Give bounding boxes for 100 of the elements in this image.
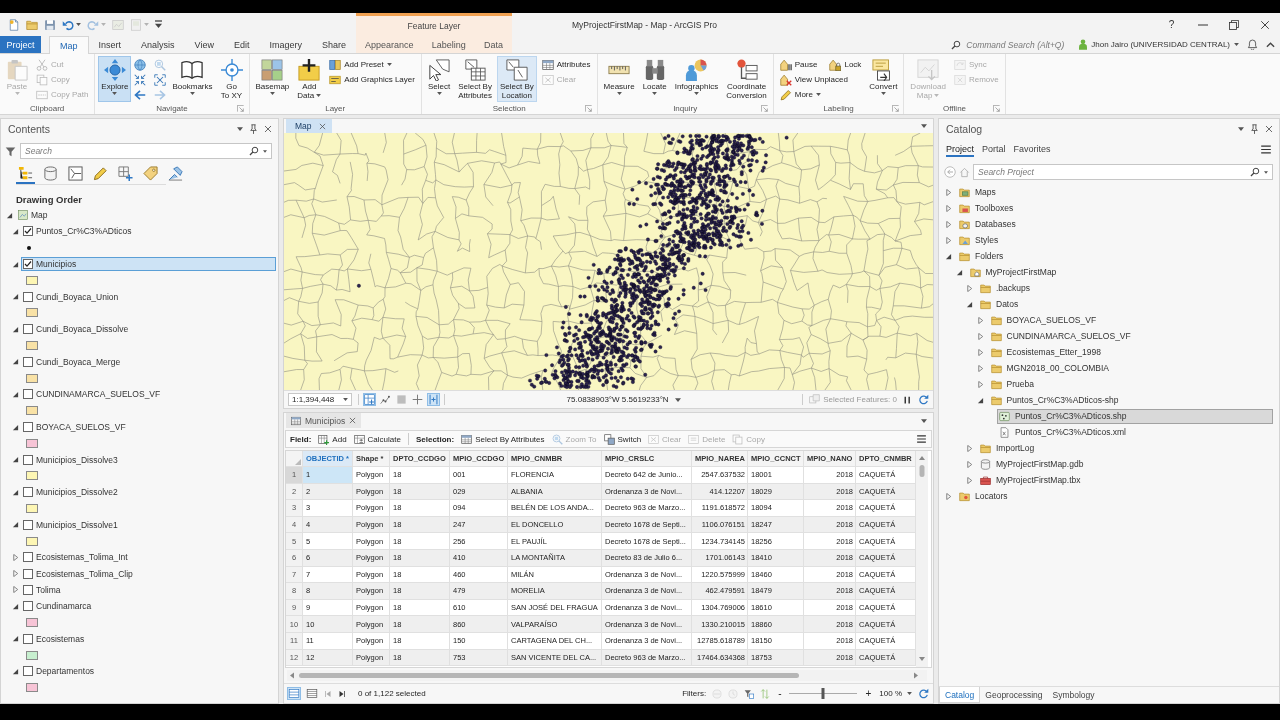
search-field[interactable]: Search Project — [978, 165, 1246, 179]
checkbox[interactable] — [23, 259, 33, 270]
color-swatch-icon[interactable] — [26, 406, 38, 416]
plus-icon[interactable] — [412, 394, 423, 405]
layer-name[interactable]: Ecosistemas_Tolima_Int — [36, 552, 128, 563]
catalog-item-name[interactable]: Databases — [975, 219, 1016, 229]
ribbon-tab[interactable]: Insert — [88, 36, 132, 53]
ribbon-button[interactable]: Select — [424, 56, 454, 102]
checkbox[interactable] — [23, 454, 33, 465]
back-arrow-icon[interactable] — [134, 88, 147, 101]
ribbon-button[interactable]: Bookmarks — [169, 56, 216, 102]
zoom-combobox[interactable]: 100 % — [879, 689, 912, 698]
ribbon-button[interactable]: Add Preset — [326, 57, 395, 72]
ribbon-tab[interactable]: Project — [0, 36, 42, 53]
layer-name[interactable]: Cundi_Boyaca_Merge — [36, 356, 121, 367]
checkbox[interactable] — [23, 666, 33, 677]
catalog-item-name[interactable]: Locators — [975, 491, 1008, 501]
checkbox[interactable] — [23, 422, 33, 432]
table-tab[interactable]: Municipios — [286, 413, 362, 428]
ribbon-button[interactable]: Infographics — [671, 56, 722, 102]
catalog-item-name[interactable]: MyProjectFirstMap.tbx — [996, 475, 1081, 485]
bell-icon[interactable] — [1247, 39, 1258, 50]
toolbar-button[interactable]: Switch — [603, 433, 642, 445]
chevron-up-icon[interactable] — [1266, 41, 1275, 48]
ribbon-tab[interactable]: Appearance — [362, 36, 417, 53]
color-swatch-icon[interactable] — [26, 275, 38, 285]
triangle-icon[interactable] — [966, 300, 973, 308]
ribbon-tab[interactable]: Map — [49, 36, 89, 54]
filter-table-icon[interactable] — [744, 688, 755, 699]
dock-tab[interactable]: Symbology — [1047, 687, 1100, 703]
ribbon-button[interactable]: Add Graphics Layer — [326, 72, 418, 87]
last-record-icon[interactable] — [338, 689, 346, 698]
menu-icon[interactable] — [916, 434, 927, 444]
layer-name[interactable]: Puntos_Cr%C3%ADticos — [36, 226, 132, 237]
grid-icon[interactable] — [364, 394, 375, 405]
catalog-item-name[interactable]: Puntos_Cr%C3%ADticos.xml — [1015, 427, 1126, 437]
checkbox[interactable] — [23, 291, 33, 302]
ribbon-tab[interactable]: Share — [311, 36, 356, 53]
dock-tab[interactable]: Geoprocessing — [980, 687, 1048, 703]
node-graph-icon[interactable] — [380, 394, 391, 405]
dialog-launcher-icon[interactable] — [891, 104, 899, 112]
catalog-item-name[interactable]: MyProjectFirstMap.gdb — [996, 459, 1084, 469]
catalog-item-name[interactable]: Maps — [975, 187, 996, 197]
triangle-icon[interactable] — [12, 635, 19, 643]
map-name[interactable]: Map — [31, 210, 48, 221]
checkbox[interactable] — [23, 568, 33, 579]
minimize-icon[interactable] — [1197, 23, 1208, 26]
search-icon[interactable] — [249, 146, 259, 156]
triangle-icon[interactable] — [12, 358, 19, 366]
catalog-item-name[interactable]: Datos — [996, 299, 1019, 309]
catalog-item-name[interactable]: Puntos_Cr%C3%ADticos-shp — [1006, 395, 1119, 405]
user-menu[interactable]: Jhon Jairo (UNIVERSIDAD CENTRAL) — [1079, 36, 1239, 53]
ribbon-button[interactable]: Add Data — [294, 56, 325, 102]
catalog-item[interactable]: Puntos_Cr%C3%ADticos.shp — [997, 408, 1273, 424]
help-button[interactable]: ? — [1156, 13, 1187, 36]
layer-name[interactable]: Municipios_Dissolve3 — [36, 454, 118, 465]
color-swatch-icon[interactable] — [26, 471, 38, 481]
color-swatch-icon[interactable] — [26, 373, 38, 383]
pin-icon[interactable] — [250, 124, 257, 134]
triangle-icon[interactable] — [12, 423, 19, 431]
ribbon-button[interactable]: Measure — [600, 56, 638, 102]
grid-plus-icon[interactable] — [116, 166, 135, 184]
polygon-selection-icon[interactable] — [66, 166, 85, 184]
triangle-icon[interactable] — [12, 227, 19, 235]
checkbox[interactable] — [23, 226, 33, 237]
triangle-icon[interactable] — [12, 293, 19, 301]
zoom-out-button[interactable]: - — [776, 688, 784, 699]
catalog-item-name[interactable]: .backups — [996, 283, 1031, 293]
color-swatch-icon[interactable] — [26, 536, 38, 546]
triangle-icon[interactable] — [12, 325, 19, 333]
close-icon[interactable] — [1259, 19, 1270, 30]
vertical-scrollbar[interactable] — [916, 451, 928, 667]
ribbon-button[interactable]: Explore — [98, 56, 132, 102]
catalog-item-name[interactable]: Styles — [975, 235, 999, 245]
pane-tab[interactable]: Portal — [982, 142, 1006, 157]
refresh-icon[interactable] — [918, 394, 929, 405]
catalog-item-name[interactable]: Prueba — [1006, 379, 1034, 389]
menu-icon[interactable] — [1260, 144, 1272, 155]
color-swatch-icon[interactable] — [26, 683, 38, 693]
layer-name[interactable]: Ecosistemas_Tolima_Clip — [36, 568, 133, 579]
list-view-icon[interactable] — [306, 688, 318, 699]
color-swatch-icon[interactable] — [26, 341, 38, 350]
ribbon-tab[interactable]: View — [184, 36, 224, 53]
search-box[interactable]: Search — [20, 143, 272, 159]
layer-name[interactable]: Ecosistemas — [36, 633, 85, 644]
search-box[interactable]: Search Project — [973, 164, 1273, 180]
outward-arrows-icon[interactable] — [154, 73, 167, 86]
toolbar-button[interactable]: Add — [318, 433, 347, 445]
catalog-item-name[interactable]: MGN2018_00_COLOMBIA — [1006, 363, 1110, 373]
dialog-launcher-icon[interactable] — [585, 104, 593, 112]
triangle-icon[interactable] — [12, 602, 19, 610]
snapping-icon[interactable] — [428, 394, 439, 405]
quick-access-button[interactable] — [155, 20, 162, 29]
globe-icon[interactable] — [134, 58, 147, 71]
zoom-in-button[interactable]: + — [863, 688, 874, 699]
checkbox[interactable] — [23, 633, 33, 644]
ribbon-tab[interactable]: Data — [481, 36, 506, 53]
map-tab[interactable]: Map — [286, 119, 332, 133]
triangle-icon[interactable] — [955, 268, 963, 276]
layer-name[interactable]: Cundi_Boyaca_Union — [36, 291, 119, 302]
